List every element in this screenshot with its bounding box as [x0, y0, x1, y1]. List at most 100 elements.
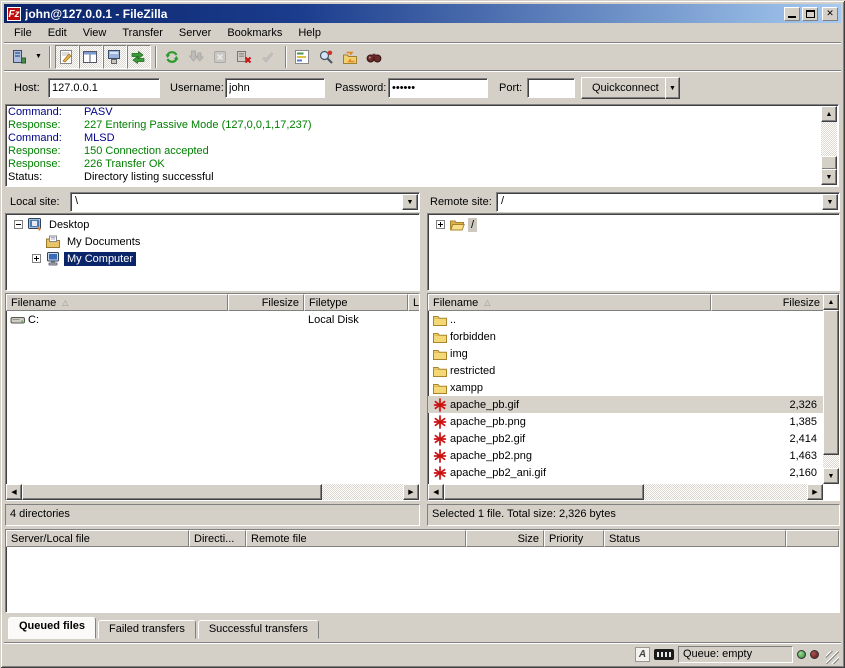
scroll-right-button[interactable]: ▶: [403, 484, 419, 500]
column-header-filename[interactable]: Filename△: [428, 294, 711, 311]
scroll-up-button[interactable]: ▲: [821, 106, 837, 122]
tree-item-my-documents[interactable]: My Documents: [6, 233, 419, 250]
menu-file[interactable]: File: [6, 25, 40, 41]
log-line-label: Response:: [8, 158, 84, 171]
file-row--[interactable]: ..: [428, 311, 823, 328]
tab-queued-files[interactable]: Queued files: [8, 617, 96, 639]
close-button[interactable]: ✕: [822, 7, 838, 21]
scroll-left-button[interactable]: ◀: [6, 484, 22, 500]
cancel-icon: [212, 49, 228, 65]
menu-help[interactable]: Help: [290, 25, 329, 41]
file-row-img[interactable]: img: [428, 345, 823, 362]
port-input[interactable]: [527, 78, 575, 98]
file-row-apache-pb-gif[interactable]: apache_pb.gif2,326: [428, 396, 823, 413]
menu-edit[interactable]: Edit: [40, 25, 75, 41]
menu-view[interactable]: View: [75, 25, 115, 41]
window-controls: ✕: [784, 7, 838, 21]
quickconnect-button[interactable]: Quickconnect: [581, 77, 670, 99]
expand-icon[interactable]: [436, 220, 445, 229]
filename-text: apache_pb2.png: [450, 450, 532, 462]
refresh-button[interactable]: [161, 45, 185, 69]
scrollbar-thumb[interactable]: [444, 484, 644, 500]
column-header-filesize[interactable]: Filesize: [711, 294, 823, 311]
tree-item-my-computer[interactable]: My Computer: [6, 250, 419, 267]
maximize-button[interactable]: [802, 7, 818, 21]
remote-vertical-scrollbar[interactable]: ▲ ▼: [823, 294, 839, 484]
site-manager-dropdown-button[interactable]: ▼: [32, 46, 45, 68]
filename-text: apache_pb.png: [450, 416, 526, 428]
scroll-down-button[interactable]: ▼: [823, 468, 839, 484]
minimize-button[interactable]: [784, 7, 800, 21]
tab-failed-transfers[interactable]: Failed transfers: [98, 620, 196, 639]
queue-column-priority[interactable]: Priority: [544, 530, 604, 547]
queue-column-size[interactable]: Size: [466, 530, 544, 547]
tree-item-desktop[interactable]: Desktop: [6, 216, 419, 233]
log-line-label: Status:: [8, 171, 84, 184]
column-header-l[interactable]: L: [408, 294, 419, 311]
username-input[interactable]: [225, 78, 325, 98]
file-row-apache-pb2-gif[interactable]: apache_pb2.gif2,414: [428, 430, 823, 447]
tab-successful-transfers[interactable]: Successful transfers: [198, 620, 319, 639]
tree-item--[interactable]: /: [428, 216, 839, 233]
file-row-apache-pb2-ani-gif[interactable]: apache_pb2_ani.gif2,160: [428, 464, 823, 481]
resize-grip[interactable]: [826, 651, 839, 664]
toggle-local-tree-button[interactable]: [79, 45, 103, 69]
remote-site-combo[interactable]: / ▼: [496, 192, 840, 212]
disconnect-button[interactable]: [233, 45, 257, 69]
scrollbar-thumb[interactable]: [821, 156, 837, 170]
scroll-right-button[interactable]: ▶: [807, 484, 823, 500]
find-files-button[interactable]: [363, 45, 387, 69]
remote-list-body: ..forbiddenimgrestrictedxamppapache_pb.g…: [428, 311, 823, 481]
queue-column-status[interactable]: Status: [604, 530, 786, 547]
title-bar: Fz john@127.0.0.1 - FileZilla ✕: [4, 4, 841, 23]
queue-column-spacer[interactable]: [786, 530, 839, 547]
scrollbar-thumb[interactable]: [22, 484, 322, 500]
file-row-apache-pb-png[interactable]: apache_pb.png1,385: [428, 413, 823, 430]
directory-listing-filters-button[interactable]: [291, 45, 315, 69]
site-manager-button[interactable]: [8, 45, 32, 69]
column-header-filetype[interactable]: Filetype: [304, 294, 408, 311]
queue-column-remote-file[interactable]: Remote file: [246, 530, 466, 547]
log-line-label: Command:: [8, 106, 84, 119]
file-row-xampp[interactable]: xampp: [428, 379, 823, 396]
log-scrollbar[interactable]: ▲ ▼: [821, 106, 837, 185]
menu-server[interactable]: Server: [171, 25, 219, 41]
scrollbar-thumb[interactable]: [823, 310, 839, 455]
filename-text: apache_pb2.gif: [450, 433, 525, 445]
scroll-up-button[interactable]: ▲: [823, 294, 839, 310]
queue-column-directi-[interactable]: Directi...: [189, 530, 246, 547]
log-line-label: Command:: [8, 132, 84, 145]
collapse-icon[interactable]: [14, 220, 23, 229]
local-site-combo[interactable]: \ ▼: [70, 192, 420, 212]
file-row-restricted[interactable]: restricted: [428, 362, 823, 379]
filter-icon: [294, 49, 310, 65]
local-file-list: Filename△FilesizeFiletypeL C:Local Disk …: [5, 293, 420, 501]
host-input[interactable]: [48, 78, 160, 98]
local-horizontal-scrollbar[interactable]: ◀ ▶: [6, 484, 419, 500]
combo-arrow-icon[interactable]: ▼: [822, 194, 838, 210]
file-row-apache-pb2-png[interactable]: apache_pb2.png1,463: [428, 447, 823, 464]
menu-transfer[interactable]: Transfer: [114, 25, 171, 41]
password-input[interactable]: [388, 78, 488, 98]
log-line: Command:PASV: [8, 106, 822, 119]
quickconnect-dropdown-button[interactable]: ▼: [665, 77, 680, 99]
toggle-log-view-button[interactable]: [55, 45, 79, 69]
file-row-C-[interactable]: C:Local Disk: [6, 311, 419, 328]
scroll-down-button[interactable]: ▼: [821, 169, 837, 185]
column-header-filename[interactable]: Filename△: [6, 294, 228, 311]
toggle-remote-tree-button[interactable]: [103, 45, 127, 69]
menu-bookmarks[interactable]: Bookmarks: [219, 25, 290, 41]
synchronized-browsing-button[interactable]: [339, 45, 363, 69]
status-bar: A Queue: empty: [4, 642, 841, 664]
directory-comparison-button[interactable]: [315, 45, 339, 69]
scroll-left-button[interactable]: ◀: [428, 484, 444, 500]
column-header-filesize[interactable]: Filesize: [228, 294, 304, 311]
combo-arrow-icon[interactable]: ▼: [402, 194, 418, 210]
queue-column-server-local-file[interactable]: Server/Local file: [6, 530, 189, 547]
remote-horizontal-scrollbar[interactable]: ◀ ▶: [428, 484, 823, 500]
file-row-forbidden[interactable]: forbidden: [428, 328, 823, 345]
host-label: Host:: [14, 82, 40, 94]
filetype-cell: Local Disk: [304, 314, 408, 326]
toggle-queue-view-button[interactable]: [127, 45, 151, 69]
expand-icon[interactable]: [32, 254, 41, 263]
